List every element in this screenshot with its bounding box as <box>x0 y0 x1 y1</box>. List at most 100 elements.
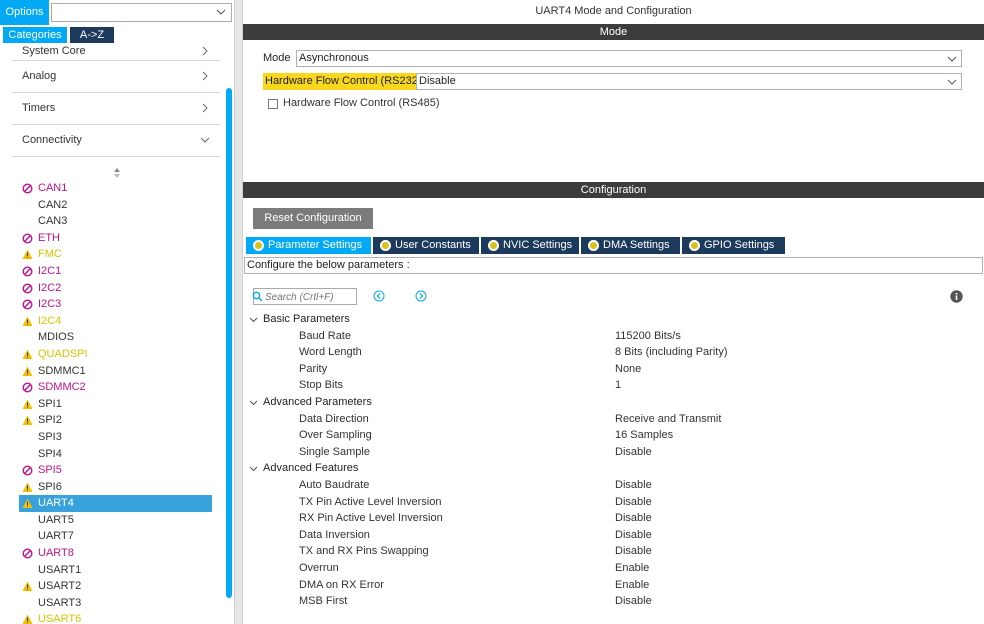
peripheral-item-spi3[interactable]: SPI3 <box>22 429 212 446</box>
peripheral-item-i2c1[interactable]: I2C1 <box>22 263 212 280</box>
category-connectivity[interactable]: Connectivity <box>12 125 220 157</box>
parameter-value[interactable]: Enable <box>615 560 649 577</box>
peripheral-item-usart3[interactable]: USART3 <box>22 595 212 612</box>
hfc-rs232-select[interactable]: Disable <box>416 73 962 90</box>
parameter-value[interactable]: Disable <box>615 444 652 461</box>
category-timers[interactable]: Timers <box>12 93 220 125</box>
peripheral-item-can1[interactable]: CAN1 <box>22 180 212 197</box>
peripheral-item-usart1[interactable]: USART1 <box>22 562 212 579</box>
parameter-group[interactable]: Advanced Parameters <box>249 394 979 411</box>
peripheral-name: I2C2 <box>38 281 62 294</box>
previous-match-icon[interactable] <box>373 290 385 302</box>
peripheral-item-spi2[interactable]: SPI2 <box>22 412 212 429</box>
parameter-row[interactable]: TX Pin Active Level Inversion Disable <box>249 494 979 511</box>
parameter-value[interactable]: Receive and Transmit <box>615 411 721 428</box>
parameter-group[interactable]: Basic Parameters <box>249 311 979 328</box>
peripheral-item-can3[interactable]: CAN3 <box>22 213 212 230</box>
parameter-row[interactable]: Word Length 8 Bits (including Parity) <box>249 344 979 361</box>
parameter-row[interactable]: Overrun Enable <box>249 560 979 577</box>
parameter-row[interactable]: RX Pin Active Level Inversion Disable <box>249 510 979 527</box>
category-analog[interactable]: Analog <box>12 61 220 93</box>
sort-icon[interactable] <box>113 168 121 178</box>
next-match-icon[interactable] <box>415 290 427 302</box>
parameter-value[interactable]: Disable <box>615 527 652 544</box>
parameter-row[interactable]: Parity None <box>249 361 979 378</box>
reset-configuration-button[interactable]: Reset Configuration <box>253 208 373 229</box>
peripheral-item-can2[interactable]: CAN2 <box>22 197 212 214</box>
tab-categories[interactable]: Categories <box>3 27 67 43</box>
category-system-core[interactable]: System Core <box>12 43 220 61</box>
parameter-row[interactable]: Data Direction Receive and Transmit <box>249 411 979 428</box>
tab-a-z[interactable]: A->Z <box>70 27 114 43</box>
parameter-row[interactable]: Over Sampling 16 Samples <box>249 427 979 444</box>
parameter-row[interactable]: Stop Bits 1 <box>249 377 979 394</box>
parameter-group[interactable]: Advanced Features <box>249 460 979 477</box>
parameter-value[interactable]: 8 Bits (including Parity) <box>615 344 728 361</box>
warning-icon <box>22 482 33 492</box>
peripheral-name: I2C4 <box>38 314 62 327</box>
parameter-row[interactable]: Data Inversion Disable <box>249 527 979 544</box>
left-scrollbar[interactable] <box>226 88 232 598</box>
peripheral-item-uart4[interactable]: UART4 <box>19 495 212 512</box>
peripheral-item-uart5[interactable]: UART5 <box>22 512 212 529</box>
peripheral-item-quadspi[interactable]: QUADSPI <box>22 346 212 363</box>
parameter-value[interactable]: Disable <box>615 510 652 527</box>
tab-nvic-settings[interactable]: NVIC Settings <box>481 237 579 254</box>
peripheral-item-usart2[interactable]: USART2 <box>22 578 212 595</box>
peripheral-item-sdmmc1[interactable]: SDMMC1 <box>22 363 212 380</box>
parameter-row[interactable]: DMA on RX Error Enable <box>249 577 979 594</box>
tab-gpio-settings[interactable]: GPIO Settings <box>682 237 785 254</box>
peripheral-item-sdmmc2[interactable]: SDMMC2 <box>22 379 212 396</box>
parameter-name: Overrun <box>299 561 339 574</box>
peripheral-name: QUADSPI <box>38 347 88 360</box>
parameter-value[interactable]: Disable <box>615 477 652 494</box>
disabled-icon <box>22 266 33 277</box>
chevron-right-icon <box>202 103 208 113</box>
parameter-row[interactable]: Auto Baudrate Disable <box>249 477 979 494</box>
parameter-row[interactable]: Single Sample Disable <box>249 444 979 461</box>
peripheral-item-i2c2[interactable]: I2C2 <box>22 280 212 297</box>
parameter-group-label: Advanced Features <box>263 462 359 475</box>
peripheral-item-i2c3[interactable]: I2C3 <box>22 296 212 313</box>
parameter-value[interactable]: Disable <box>615 494 652 511</box>
tab-user-constants[interactable]: User Constants <box>373 237 479 254</box>
parameter-value[interactable]: None <box>615 361 641 378</box>
warning-icon <box>22 581 33 592</box>
peripheral-item-usart6[interactable]: USART6 <box>22 611 212 624</box>
chevron-down-icon[interactable] <box>215 6 227 18</box>
tab-dma-settings[interactable]: DMA Settings <box>581 237 680 254</box>
parameter-value[interactable]: 16 Samples <box>615 427 673 444</box>
parameter-row[interactable]: Baud Rate 115200 Bits/s <box>249 328 979 345</box>
peripheral-item-spi4[interactable]: SPI4 <box>22 446 212 463</box>
info-icon[interactable] <box>950 290 963 303</box>
peripheral-name: UART8 <box>38 547 74 560</box>
parameter-row[interactable]: TX and RX Pins Swapping Disable <box>249 543 979 560</box>
right-panel: UART4 Mode and Configuration Mode Mode A… <box>243 0 984 624</box>
mode-select[interactable]: Asynchronous <box>296 50 962 67</box>
parameter-value[interactable]: Disable <box>615 543 652 560</box>
parameter-row[interactable]: MSB First Disable <box>249 593 979 610</box>
category-label: System Core <box>22 45 86 57</box>
peripheral-item-fmc[interactable]: FMC <box>22 246 212 263</box>
parameter-value[interactable]: 1 <box>615 377 621 394</box>
parameter-value[interactable]: Enable <box>615 577 649 594</box>
peripheral-item-uart8[interactable]: UART8 <box>22 545 212 562</box>
panel-splitter[interactable] <box>234 0 243 624</box>
peripheral-item-spi1[interactable]: SPI1 <box>22 396 212 413</box>
peripheral-name: UART7 <box>38 530 74 543</box>
tab-parameter-settings[interactable]: Parameter Settings <box>246 237 371 254</box>
parameter-value[interactable]: Disable <box>615 593 652 610</box>
parameter-value[interactable]: 115200 Bits/s <box>615 328 681 345</box>
peripheral-search-input[interactable] <box>51 3 232 22</box>
peripheral-item-spi5[interactable]: SPI5 <box>22 462 212 479</box>
peripheral-item-eth[interactable]: ETH <box>22 230 212 247</box>
peripheral-name: USART1 <box>38 563 82 576</box>
peripheral-item-uart7[interactable]: UART7 <box>22 528 212 545</box>
options-button[interactable]: Options <box>0 0 49 25</box>
peripheral-item-i2c4[interactable]: I2C4 <box>22 313 212 330</box>
peripheral-item-spi6[interactable]: SPI6 <box>22 479 212 496</box>
peripheral-item-mdios[interactable]: MDIOS <box>22 329 212 346</box>
parameter-search-input[interactable] <box>265 290 355 304</box>
peripheral-name: UART5 <box>38 513 74 526</box>
hfc-rs485-checkbox[interactable] <box>268 99 278 109</box>
